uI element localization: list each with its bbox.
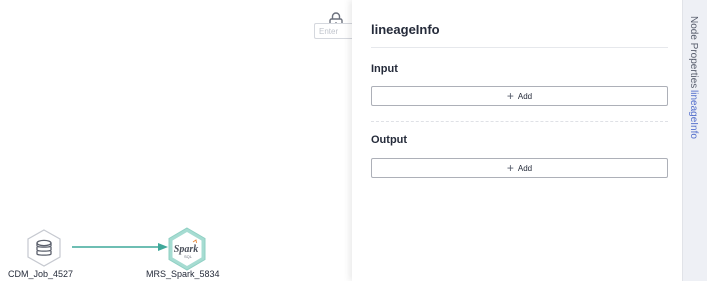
spark-sql-icon: Spark SQL — [168, 227, 206, 271]
properties-panel: lineageInfo Input + Add Output + Add — [352, 0, 682, 281]
add-input-label: Add — [517, 91, 533, 101]
output-section-title: Output — [371, 134, 408, 146]
tab-lineage-info[interactable]: lineageInfo — [688, 90, 699, 139]
add-input-button[interactable]: + Add — [371, 86, 668, 106]
add-output-label: Add — [517, 163, 533, 173]
spark-icon-subtext: SQL — [184, 254, 193, 259]
panel-title: lineageInfo — [371, 22, 440, 37]
plus-icon: + — [506, 161, 514, 175]
node-cdm-job[interactable] — [24, 228, 64, 268]
search-input[interactable]: Enter — [314, 23, 352, 39]
dag-canvas[interactable]: Enter CDM_Job_4527 Spark SQL MRS_Spark_5… — [0, 0, 352, 281]
add-output-button[interactable]: + Add — [371, 158, 668, 178]
input-section-title: Input — [371, 63, 398, 75]
plus-icon: + — [506, 89, 514, 103]
node-label-spark: MRS_Spark_5834 — [146, 269, 220, 279]
edge-arrow — [72, 243, 168, 251]
cdm-job-icon — [27, 229, 61, 267]
section-divider — [371, 121, 668, 122]
panel-divider — [371, 47, 668, 48]
node-label-cdm: CDM_Job_4527 — [8, 269, 74, 279]
tab-node-properties[interactable]: Node Properties — [688, 16, 699, 88]
node-mrs-spark[interactable]: Spark SQL — [164, 226, 210, 272]
side-tab-bar: Node Properties lineageInfo — [682, 0, 707, 281]
